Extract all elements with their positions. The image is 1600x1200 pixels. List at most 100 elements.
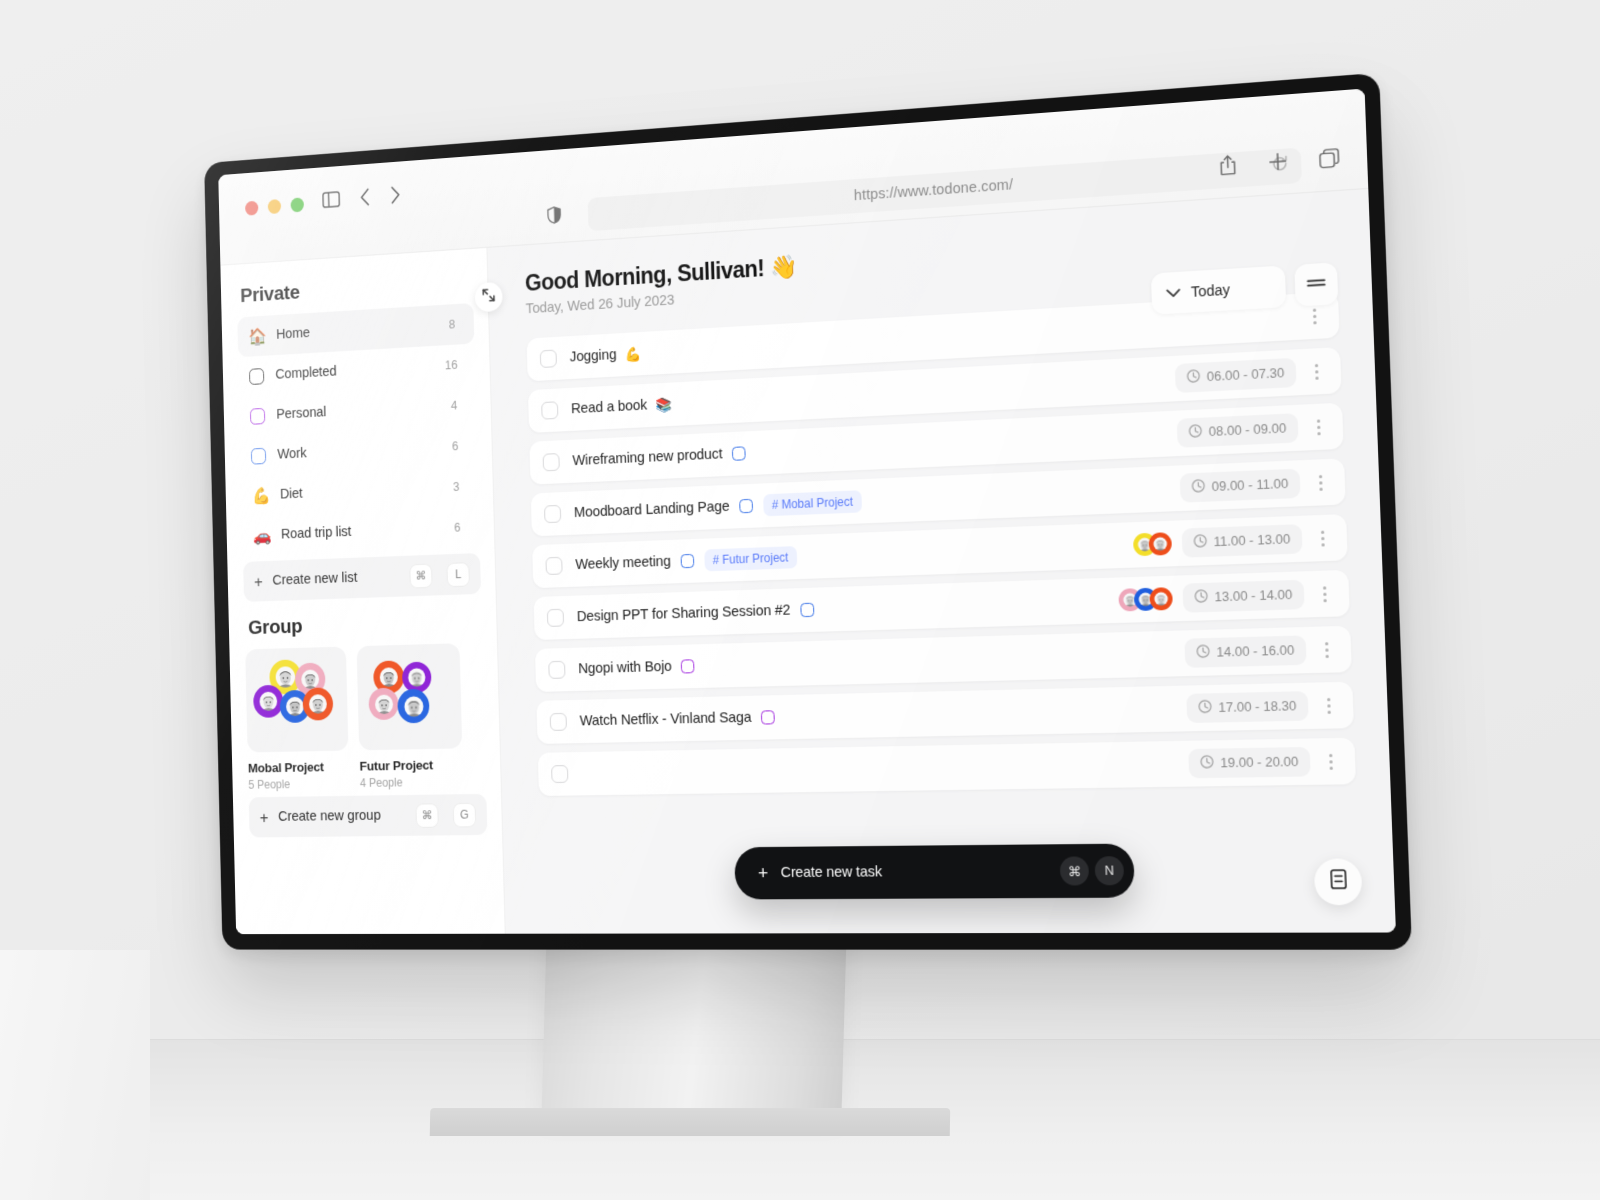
window-traffic-lights[interactable] (245, 197, 305, 216)
task-time-range: 14.00 - 16.00 (1184, 635, 1307, 668)
car-emoji: 🚗 (252, 526, 272, 545)
task-checkbox[interactable] (542, 453, 560, 472)
task-time-label: 06.00 - 07.30 (1206, 365, 1285, 385)
task-more-options-button[interactable] (1316, 744, 1345, 778)
avatar-face (308, 694, 328, 714)
create-new-task-button[interactable]: + Create new task ⌘ N (734, 843, 1136, 900)
dot (1328, 759, 1333, 763)
sidebar-item-count: 16 (444, 358, 458, 373)
dot (1326, 697, 1330, 701)
dot (1324, 647, 1329, 652)
task-time-label: 13.00 - 14.00 (1214, 587, 1293, 605)
task-time-label: 17.00 - 18.30 (1218, 698, 1297, 716)
group-card[interactable]: Futur Project 4 People (356, 643, 464, 790)
task-checkbox[interactable] (546, 608, 565, 627)
clock-icon (1196, 644, 1210, 661)
task-checkbox[interactable] (545, 556, 563, 576)
task-category-marker-purple (760, 710, 775, 725)
group-name: Mobal Project (247, 759, 324, 776)
task-time-label: 09.00 - 11.00 (1211, 476, 1289, 495)
task-time-range: 09.00 - 11.00 (1179, 468, 1301, 503)
house-emoji: 🏠 (248, 326, 267, 346)
task-list: Jogging 💪 Read a book 📚 06.00 - 07.30 Wirefra… (526, 291, 1357, 797)
tabs-overview-icon[interactable] (1319, 147, 1340, 168)
filter-toolbar: Today (1150, 262, 1339, 315)
dot (1312, 320, 1317, 324)
clock-icon (1189, 424, 1203, 441)
task-emoji: 📚 (655, 395, 673, 413)
task-more-options-button[interactable] (1306, 465, 1335, 500)
avatar-face (275, 666, 296, 688)
checkbox-black-icon (248, 367, 265, 385)
group-card[interactable]: Mobal Project 5 People (245, 646, 349, 792)
avatar (253, 684, 284, 718)
notes-fab-button[interactable] (1313, 858, 1363, 906)
today-filter-dropdown[interactable]: Today (1150, 265, 1287, 315)
avatar (401, 661, 432, 694)
create-new-list-button[interactable]: + Create new list ⌘ L (243, 553, 482, 602)
wave-emoji: 👋 (769, 253, 798, 281)
sidebar-item-road-trip-list[interactable]: 🚗 Road trip list 6 (242, 506, 480, 556)
shortcut-n-key: N (1094, 856, 1125, 886)
avatar (1149, 587, 1174, 611)
plus-icon[interactable] (1268, 152, 1288, 172)
task-time-label: 11.00 - 13.00 (1213, 531, 1291, 550)
create-new-group-button[interactable]: + Create new group ⌘ G (248, 793, 488, 838)
share-icon[interactable] (1219, 154, 1238, 176)
plus-icon: + (757, 863, 769, 884)
sidebar-item-count: 6 (453, 520, 461, 535)
task-checkbox[interactable] (549, 712, 567, 731)
close-window-button[interactable] (245, 200, 259, 216)
sort-button[interactable] (1294, 262, 1339, 307)
dot (1322, 598, 1327, 602)
task-checkbox[interactable] (541, 401, 559, 420)
shield-icon[interactable] (547, 206, 561, 229)
task-checkbox[interactable] (539, 349, 557, 369)
back-arrow-icon[interactable] (359, 188, 370, 207)
avatar (397, 688, 430, 724)
forward-arrow-icon[interactable] (390, 185, 401, 204)
task-title: Ngopi with Bojo (578, 658, 672, 678)
task-category-marker-blue (680, 553, 694, 569)
task-more-options-button[interactable] (1308, 521, 1337, 556)
task-checkbox[interactable] (551, 765, 569, 784)
task-project-tag[interactable]: # Futur Project (703, 546, 798, 572)
sidebar-item-label: Diet (279, 486, 303, 503)
reload-icon[interactable] (1271, 155, 1289, 178)
group-avatar-stack (245, 646, 349, 753)
maximize-window-button[interactable] (290, 197, 305, 213)
scene: https://www.todone.com/ Private 🏠 Home 8… (0, 0, 1600, 1200)
dot (1324, 641, 1328, 645)
task-checkbox[interactable] (548, 660, 566, 679)
clock-icon (1187, 369, 1201, 386)
task-assignee-avatars (1133, 532, 1173, 557)
task-category-marker-blue (799, 602, 814, 618)
sidebar-toggle-icon[interactable] (322, 191, 340, 208)
avatar-face (1153, 536, 1168, 551)
dot (1324, 654, 1329, 658)
task-checkbox[interactable] (544, 504, 562, 524)
task-more-options-button[interactable] (1310, 576, 1339, 611)
chevron-down-icon (1166, 284, 1181, 301)
sidebar-list-container: 🏠 Home 8 Completed 16 Personal 4 Work 6 💪 Diet 3 🚗 Ro… (237, 302, 480, 556)
document-icon (1330, 869, 1347, 895)
task-more-options-button[interactable] (1314, 688, 1343, 722)
task-row[interactable]: 19.00 - 20.00 (537, 737, 1357, 797)
dot (1314, 369, 1318, 374)
clock-icon (1194, 589, 1208, 606)
sidebar-item-count: 8 (448, 317, 456, 332)
task-more-options-button[interactable] (1312, 632, 1341, 666)
dot (1318, 480, 1322, 485)
task-row[interactable]: Watch Netflix - Vinland Saga 17.00 - 18.3… (536, 681, 1354, 744)
minimize-window-button[interactable] (267, 199, 282, 215)
task-more-options-button[interactable] (1300, 298, 1329, 333)
task-more-options-button[interactable] (1302, 354, 1331, 389)
dot (1312, 308, 1316, 312)
task-more-options-button[interactable] (1304, 409, 1333, 444)
task-project-tag[interactable]: # Mobal Project (762, 490, 863, 517)
dot (1316, 425, 1320, 429)
create-new-task-label: Create new task (780, 864, 883, 882)
shortcut-cmd-key: ⌘ (415, 802, 439, 828)
avatar-face (301, 669, 320, 690)
